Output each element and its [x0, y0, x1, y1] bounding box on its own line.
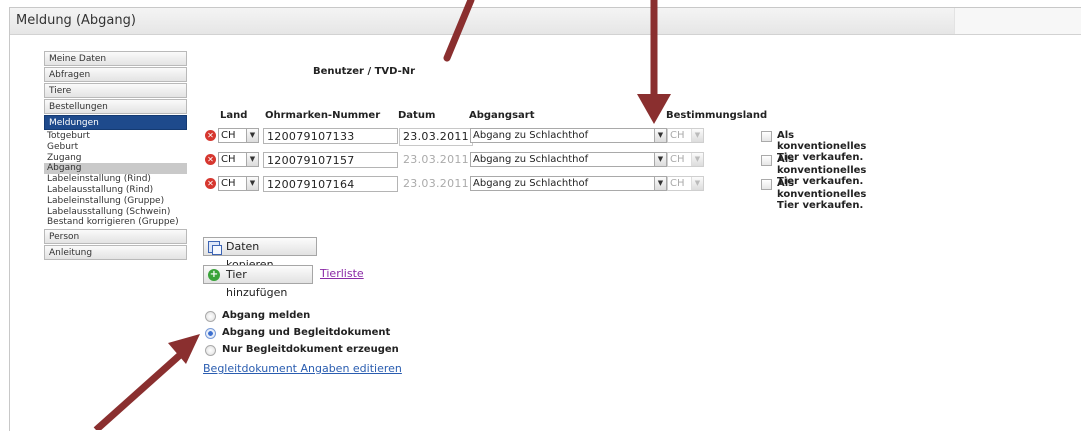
annotation-arrow-line	[93, 352, 183, 430]
annotation-arrows	[93, 0, 671, 430]
annotation-arrowhead	[637, 94, 671, 124]
annotation-arrow-line	[443, 0, 475, 62]
